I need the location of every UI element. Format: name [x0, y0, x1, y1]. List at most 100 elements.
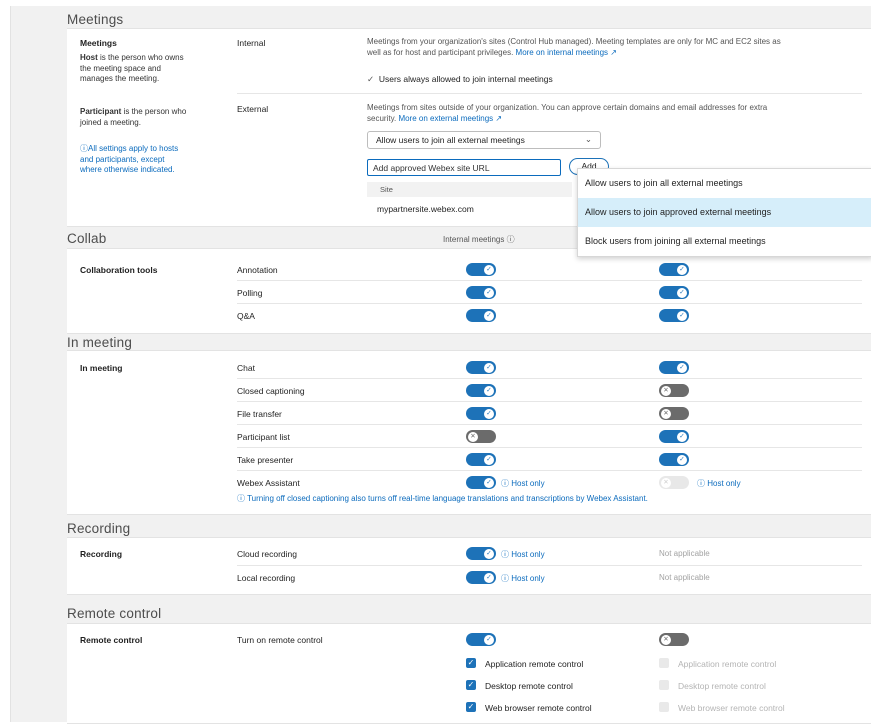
web-browser-remote-control-internal-checkbox[interactable]: ✓: [466, 702, 476, 712]
participant-list-label: Participant list: [237, 432, 290, 442]
recording-card: Recording Cloud recording ✓ ⓘ Host only …: [67, 537, 871, 595]
check-icon: ✓: [677, 454, 687, 465]
closed-captioning-internal-toggle[interactable]: ✓: [466, 384, 496, 397]
check-icon: ✓: [677, 264, 687, 275]
chevron-down-icon: ⌄: [584, 134, 592, 144]
polling-external-toggle[interactable]: ✓: [659, 286, 689, 299]
closed-captioning-label: Closed captioning: [237, 386, 305, 396]
webex-assistant-internal-toggle[interactable]: ✓: [466, 476, 496, 489]
divider: [237, 378, 862, 379]
x-icon: ✕: [661, 477, 671, 488]
application-remote-control-internal-label: Application remote control: [485, 659, 584, 669]
dropdown-option-block-all[interactable]: Block users from joining all external me…: [578, 227, 871, 256]
turn-on-remote-control-label: Turn on remote control: [237, 635, 323, 645]
polling-internal-toggle[interactable]: ✓: [466, 286, 496, 299]
divider: [237, 565, 862, 566]
remote-control-external-toggle[interactable]: ✕: [659, 633, 689, 646]
file-transfer-label: File transfer: [237, 409, 282, 419]
desktop-remote-control-external-label: Desktop remote control: [678, 681, 766, 691]
section-title-recording: Recording: [67, 521, 131, 536]
divider: [237, 470, 862, 471]
check-icon: ✓: [677, 287, 687, 298]
annotation-internal-toggle[interactable]: ✓: [466, 263, 496, 276]
chat-internal-toggle[interactable]: ✓: [466, 361, 496, 374]
webex-assistant-external-host-only: ⓘ Host only: [697, 479, 741, 488]
internal-meetings-link[interactable]: More on internal meetings: [516, 48, 609, 57]
annotation-label: Annotation: [237, 265, 278, 275]
webex-assistant-external-toggle: ✕: [659, 476, 689, 489]
check-icon: ✓: [467, 658, 475, 667]
check-icon: ✓: [484, 634, 494, 645]
remote-control-card: Remote control Turn on remote control ✓ …: [67, 623, 871, 724]
local-recording-host-only: ⓘ Host only: [501, 574, 545, 583]
qa-external-toggle[interactable]: ✓: [659, 309, 689, 322]
internal-label: Internal: [237, 38, 266, 48]
local-recording-not-applicable: Not applicable: [659, 573, 710, 582]
web-browser-remote-control-external-checkbox: [659, 702, 669, 712]
divider: [237, 401, 862, 402]
divider: [237, 280, 862, 281]
collab-card: Collaboration tools Annotation ✓ ✓ Polli…: [67, 248, 871, 334]
cloud-recording-internal-toggle[interactable]: ✓: [466, 547, 496, 560]
external-link-icon: ↗: [495, 113, 503, 123]
check-icon: ✓: [484, 408, 494, 419]
take-presenter-external-toggle[interactable]: ✓: [659, 453, 689, 466]
application-remote-control-external-label: Application remote control: [678, 659, 777, 669]
check-icon: ✓: [484, 264, 494, 275]
external-meetings-dropdown-menu: Allow users to join all external meeting…: [577, 168, 871, 257]
site-table-row: mypartnersite.webex.com: [377, 204, 474, 214]
internal-check-row: ✓ Users always allowed to join internal …: [367, 74, 553, 84]
check-icon: ✓: [367, 74, 375, 84]
check-icon: ✓: [677, 310, 687, 321]
remote-control-internal-toggle[interactable]: ✓: [466, 633, 496, 646]
info-icon: ⓘ: [501, 574, 509, 583]
file-transfer-internal-toggle[interactable]: ✓: [466, 407, 496, 420]
desktop-remote-control-external-checkbox: [659, 680, 669, 690]
host-description: Host is the person who owns the meeting …: [80, 53, 184, 83]
local-recording-internal-toggle[interactable]: ✓: [466, 571, 496, 584]
internal-description: Meetings from your organization's sites …: [367, 37, 781, 57]
external-meetings-select[interactable]: Allow users to join all external meeting…: [367, 131, 601, 149]
closed-captioning-external-toggle[interactable]: ✕: [659, 384, 689, 397]
check-icon: ✓: [484, 572, 494, 583]
cloud-recording-label: Cloud recording: [237, 549, 298, 559]
dropdown-option-allow-approved[interactable]: Allow users to join approved external me…: [578, 198, 871, 227]
in-meeting-card: In meeting Chat ✓ ✓ Closed captioning ✓ …: [67, 350, 871, 515]
chat-external-toggle[interactable]: ✓: [659, 361, 689, 374]
x-icon: ✕: [661, 408, 671, 419]
divider: [237, 424, 862, 425]
qa-internal-toggle[interactable]: ✓: [466, 309, 496, 322]
web-browser-remote-control-internal-label: Web browser remote control: [485, 703, 592, 713]
participant-list-internal-toggle[interactable]: ✕: [466, 430, 496, 443]
webex-assistant-label: Webex Assistant: [237, 478, 300, 488]
x-icon: ✕: [661, 385, 671, 396]
approved-site-input[interactable]: Add approved Webex site URL: [367, 159, 561, 176]
x-icon: ✕: [468, 431, 478, 442]
chat-label: Chat: [237, 363, 255, 373]
take-presenter-label: Take presenter: [237, 455, 294, 465]
check-icon: ✓: [677, 431, 687, 442]
dropdown-option-allow-all[interactable]: Allow users to join all external meeting…: [578, 169, 871, 198]
participant-list-external-toggle[interactable]: ✓: [659, 430, 689, 443]
collab-heading: Collaboration tools: [80, 265, 158, 275]
check-icon: ✓: [677, 362, 687, 373]
in-meeting-heading: In meeting: [80, 363, 123, 373]
section-title-meetings: Meetings: [67, 12, 124, 27]
check-icon: ✓: [484, 385, 494, 396]
settings-page: Meetings Meetings Host is the person who…: [10, 6, 871, 724]
info-icon: ⓘ: [697, 479, 705, 488]
check-icon: ✓: [467, 680, 475, 689]
participant-description: Participant is the person who joined a m…: [80, 107, 187, 127]
take-presenter-internal-toggle[interactable]: ✓: [466, 453, 496, 466]
closed-captioning-note: ⓘ Turning off closed captioning also tur…: [237, 494, 648, 503]
file-transfer-external-toggle[interactable]: ✕: [659, 407, 689, 420]
cloud-recording-host-only: ⓘ Host only: [501, 550, 545, 559]
check-icon: ✓: [484, 477, 494, 488]
external-description: Meetings from sites outside of your orga…: [367, 103, 768, 123]
desktop-remote-control-internal-checkbox[interactable]: ✓: [466, 680, 476, 690]
info-icon: ⓘ: [501, 479, 509, 488]
annotation-external-toggle[interactable]: ✓: [659, 263, 689, 276]
section-title-remote-control: Remote control: [67, 606, 162, 621]
external-meetings-link[interactable]: More on external meetings: [398, 114, 493, 123]
application-remote-control-internal-checkbox[interactable]: ✓: [466, 658, 476, 668]
